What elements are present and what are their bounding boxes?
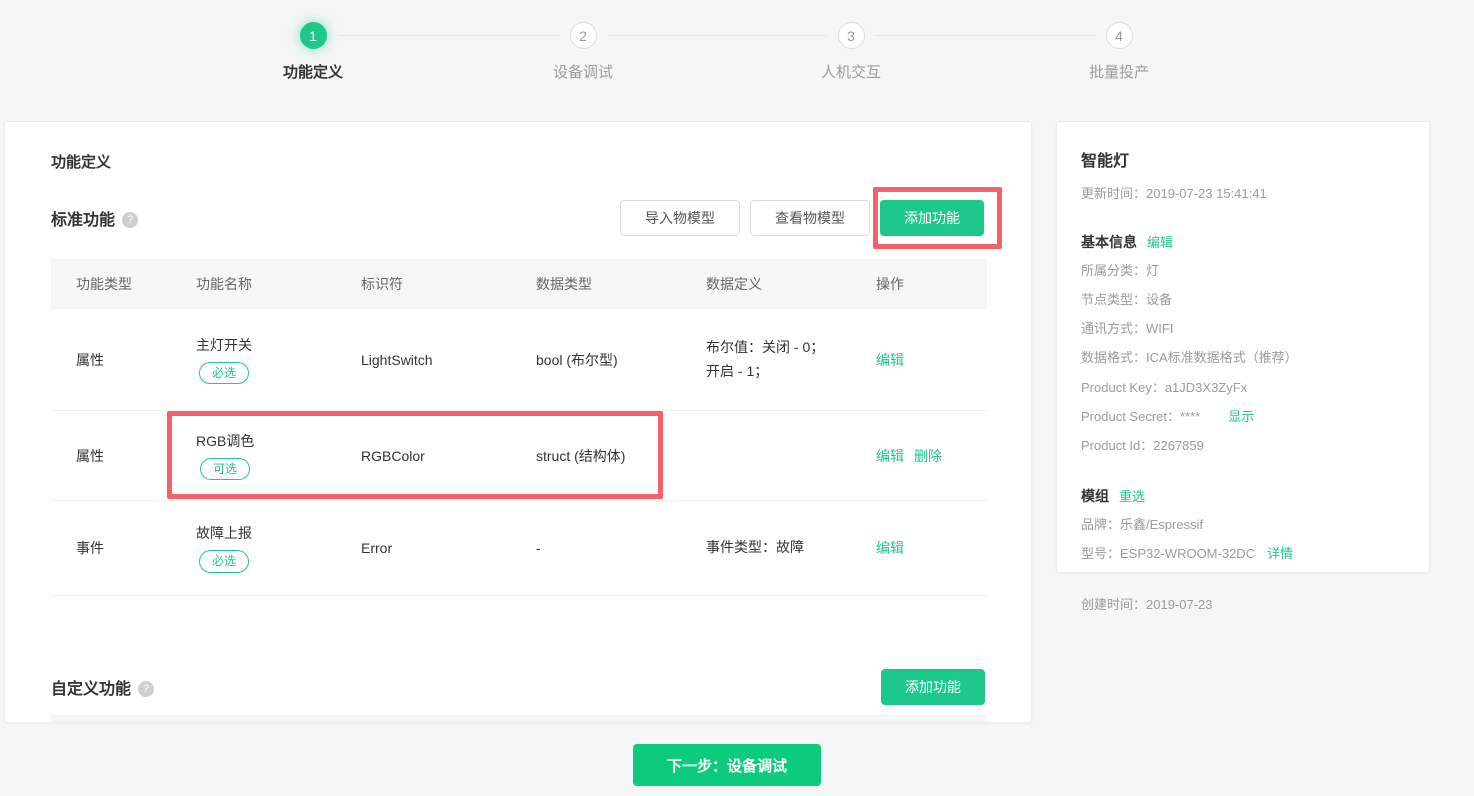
standard-toolbar: 导入物模型 查看物模型 添加功能 (620, 200, 984, 236)
function-name: RGB调色 (196, 432, 255, 449)
product-secret-row: Product Secret：**** 显示 (1081, 407, 1405, 427)
edit-link[interactable]: 编辑 (876, 538, 904, 558)
col-header-name: 功能名称 (196, 276, 252, 292)
cell-type: 属性 (76, 447, 104, 464)
cell-datatype: - (536, 540, 541, 556)
custom-add-function-button[interactable]: 添加功能 (881, 669, 985, 705)
cell-datatype: bool (布尔型) (536, 351, 618, 368)
required-badge: 必选 (198, 361, 249, 385)
step-2-number: 2 (579, 27, 587, 44)
cell-type: 事件 (76, 540, 104, 556)
col-header-type: 功能类型 (76, 276, 132, 292)
step-4-number: 4 (1115, 27, 1123, 44)
cell-name: 主灯开关 必选 (196, 335, 361, 385)
cell-actions: 编辑 (876, 538, 987, 558)
col-header-actions: 操作 (876, 276, 904, 292)
table-header-row: 功能类型 功能名称 标识符 数据类型 数据定义 操作 (51, 259, 987, 309)
product-secret-value: Product Secret：**** (1081, 408, 1201, 424)
module-brand-row: 品牌：乐鑫/Espressif (1081, 516, 1204, 532)
step-3-label: 人机交互 (820, 64, 881, 81)
step-4-label: 批量投产 (1088, 64, 1149, 81)
cell-definition: 布尔值：关闭 - 0；开启 - 1； (706, 339, 825, 379)
product-id-row: Product Id：2267859 (1081, 437, 1204, 453)
function-name: 主灯开关 (196, 336, 252, 353)
basic-info-edit-link[interactable]: 编辑 (1147, 235, 1173, 250)
step-2-circle[interactable]: 2 (569, 22, 597, 49)
product-info-card: 智能灯 更新时间：2019-07-23 15:41:41 基本信息 编辑 所属分类… (1056, 121, 1430, 612)
step-4-circle[interactable]: 4 (1105, 22, 1133, 49)
cell-datatype: struct (结构体) (536, 447, 626, 464)
module-detail-link[interactable]: 详情 (1267, 546, 1293, 561)
step-1-label: 功能定义 (282, 64, 343, 81)
created-time: 创建时间：2019-07-23 (1081, 597, 1213, 613)
step-2-label: 设备调试 (552, 64, 613, 81)
step-3-number: 3 (847, 27, 855, 44)
step-1: 1 功能定义 (233, 22, 393, 82)
module-header: 模组 重选 (1081, 486, 1405, 506)
data-format-row: 数据格式：ICA标准数据格式（推荐） (1081, 350, 1298, 366)
step-2: 2 设备调试 (503, 22, 663, 82)
show-secret-link[interactable]: 显示 (1228, 409, 1254, 424)
help-icon[interactable]: ? (138, 681, 155, 697)
cell-identifier: RGBColor (361, 447, 425, 464)
module-model-row: 型号：ESP32-WROOM-32DC 详情 (1081, 544, 1405, 564)
product-key-row: Product Key：a1JD3X3ZyFx (1081, 379, 1248, 395)
node-type-row: 节点类型：设备 (1081, 292, 1173, 308)
custom-functions-title: 自定义功能 (51, 681, 132, 698)
page: 1 功能定义 2 设备调试 3 人机交互 4 批量投产 功能定义 标准功能? 导… (0, 0, 1474, 796)
help-icon[interactable]: ? (122, 212, 139, 228)
comm-row: 通讯方式：WIFI (1081, 321, 1174, 337)
standard-functions-header: 标准功能? (51, 206, 139, 230)
edit-link[interactable]: 编辑 (876, 350, 904, 370)
table-row: 属性 主灯开关 必选 LightSwitch bool (布尔型) 布尔值：关闭… (51, 309, 987, 411)
module-model-value: 型号：ESP32-WROOM-32DC (1081, 546, 1256, 562)
required-badge: 必选 (198, 550, 249, 573)
table-row: 事件 故障上报 必选 Error - 事件类型：故障 编辑 (51, 501, 987, 596)
function-definition-card: 功能定义 标准功能? 导入物模型 查看物模型 添加功能 功能类型 功能名称 标识… (4, 121, 1032, 723)
standard-functions-title: 标准功能 (51, 212, 116, 229)
step-1-number: 1 (309, 27, 317, 44)
cell-identifier: Error (361, 540, 393, 556)
category-row: 所属分类：灯 (1081, 263, 1160, 278)
next-step-button[interactable]: 下一步：设备调试 (633, 744, 821, 786)
function-name: 故障上报 (196, 525, 252, 542)
cell-identifier: LightSwitch (361, 351, 433, 368)
import-model-button[interactable]: 导入物模型 (620, 200, 740, 236)
basic-info-header: 基本信息 编辑 (1081, 232, 1405, 252)
delete-link[interactable]: 删除 (914, 446, 942, 466)
step-3: 3 人机交互 (771, 22, 931, 82)
step-1-circle[interactable]: 1 (299, 22, 327, 49)
custom-table-header-strip (51, 715, 987, 722)
standard-functions-table: 功能类型 功能名称 标识符 数据类型 数据定义 操作 属性 主灯开关 必选 Li… (51, 259, 987, 596)
cell-actions: 编辑 (876, 350, 987, 370)
card-title: 功能定义 (51, 154, 112, 171)
step-4: 4 批量投产 (1039, 22, 1199, 82)
updated-time: 更新时间：2019-07-23 15:41:41 (1081, 186, 1267, 201)
table-row: 属性 RGB调色 可选 RGBColor struct (结构体) 编辑 删除 (51, 411, 987, 501)
stepper: 1 功能定义 2 设备调试 3 人机交互 4 批量投产 (0, 0, 1474, 112)
basic-info-title: 基本信息 (1081, 234, 1137, 250)
cell-actions: 编辑 删除 (876, 446, 987, 466)
col-header-definition: 数据定义 (706, 276, 762, 292)
product-name: 智能灯 (1081, 153, 1130, 170)
view-model-button[interactable]: 查看物模型 (750, 200, 870, 236)
optional-badge: 可选 (200, 457, 251, 481)
col-header-identifier: 标识符 (361, 276, 403, 292)
cell-definition: 事件类型：故障 (706, 539, 804, 556)
module-title: 模组 (1081, 487, 1109, 504)
edit-link[interactable]: 编辑 (876, 446, 904, 466)
custom-functions-header: 自定义功能? (51, 675, 155, 699)
step-3-circle[interactable]: 3 (837, 22, 865, 49)
cell-name: 故障上报 必选 (196, 523, 361, 573)
module-reselect-link[interactable]: 重选 (1119, 489, 1145, 504)
cell-type: 属性 (76, 351, 104, 368)
add-function-button[interactable]: 添加功能 (880, 200, 984, 236)
col-header-datatype: 数据类型 (536, 276, 592, 292)
cell-name: RGB调色 可选 (196, 431, 361, 481)
